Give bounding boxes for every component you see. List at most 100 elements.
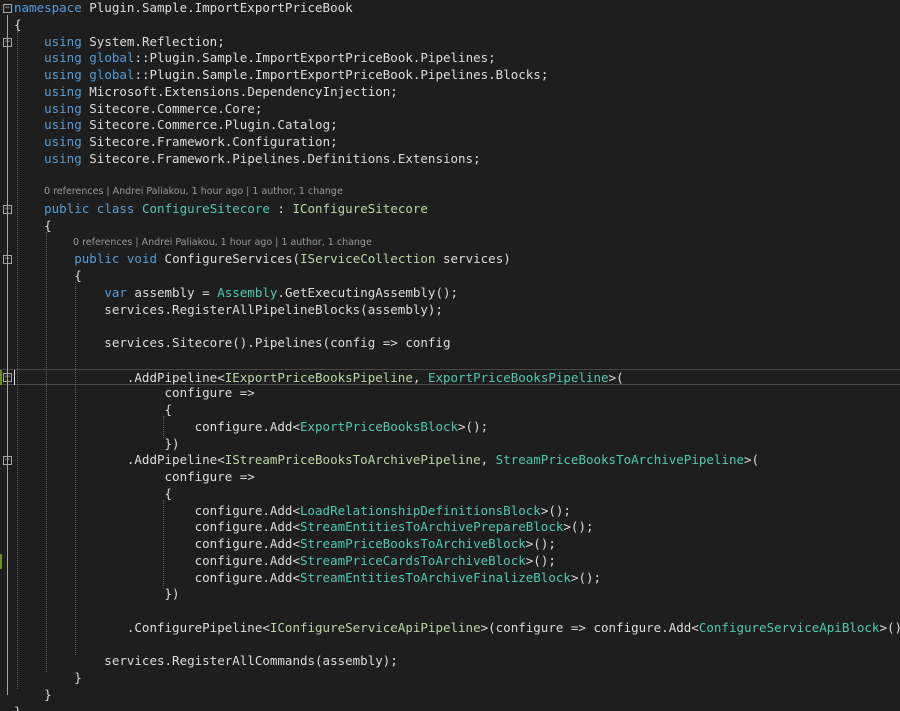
indent-guide	[17, 30, 18, 689]
text-token: }	[14, 703, 22, 711]
code-line-content: })	[14, 586, 180, 603]
text-token: })	[14, 435, 180, 451]
code-line: public void ConfigureServices(IServiceCo…	[0, 251, 900, 268]
code-line: }	[0, 687, 900, 704]
keyword-token: using	[44, 67, 82, 82]
code-line: using Sitecore.Commerce.Core;	[0, 101, 900, 118]
keyword-token: using	[44, 83, 82, 99]
type-token: LoadRelationshipDefinitionsBlock	[299, 502, 541, 518]
code-line-content: configure.Add<StreamPriceCardsToArchiveB…	[14, 553, 556, 570]
code-line: public class ConfigureSitecore : IConfig…	[0, 201, 900, 218]
code-line: }	[0, 670, 900, 687]
type-token: StreamPriceBooksToArchiveBlock	[299, 536, 526, 551]
code-line: .AddPipeline<IExportPriceBooksPipeline, …	[0, 368, 900, 386]
code-line: using Sitecore.Commerce.Plugin.Catalog;	[0, 117, 900, 134]
code-line-content: public void ConfigureServices(IServiceCo…	[14, 251, 511, 268]
text-token: >();	[563, 519, 594, 535]
keyword-token: class	[96, 201, 135, 216]
code-line: })	[0, 586, 900, 603]
text-token: services.Sitecore().Pipelines(config => …	[14, 335, 451, 350]
code-line-content: services.RegisterAllPipelineBlocks(assem…	[14, 302, 443, 319]
code-line-content: {	[14, 268, 82, 285]
outline-bar	[7, 48, 8, 158]
type-token: StreamEntitiesToArchiveFinalizeBlock	[299, 569, 571, 585]
code-line: using System.Reflection;	[0, 34, 900, 51]
code-line-content: configure.Add<ExportPriceBooksBlock>();	[14, 418, 489, 436]
keyword-token: using	[44, 117, 82, 133]
text-token: .ConfigurePipeline<	[14, 619, 270, 635]
keyword-token: void	[126, 251, 158, 267]
keyword-token: global	[89, 67, 135, 82]
text-token: {	[14, 217, 52, 233]
type-token: ConfigureServiceApiBlock	[698, 619, 880, 635]
type-token: ExportPriceBooksPipeline	[427, 369, 609, 385]
keyword-token: using	[44, 50, 82, 66]
code-line-content: {	[14, 486, 173, 503]
text-token: configure.Add<	[14, 536, 300, 551]
code-line: configure.Add<LoadRelationshipDefinition…	[0, 503, 900, 520]
text-token: >();	[458, 418, 489, 434]
type-token: ExportPriceBooksBlock	[299, 418, 459, 434]
text-token: }	[14, 686, 52, 702]
codelens-annotation[interactable]: 0 references | Andrei Paliakou, 1 hour a…	[0, 235, 900, 252]
keyword-token: global	[89, 50, 135, 66]
indent-guide	[163, 499, 164, 589]
text-token: configure.Add<	[14, 569, 300, 585]
code-line-content: using global::Plugin.Sample.ImportExport…	[14, 50, 496, 67]
text-token: >();	[570, 569, 602, 585]
code-line-content: using Sitecore.Commerce.Core;	[14, 101, 262, 118]
keyword-token: var	[104, 284, 127, 300]
text-token: configure.Add<	[14, 418, 300, 434]
text-token: Sitecore.Commerce.Core;	[81, 100, 263, 116]
type-token: StreamEntitiesToArchivePrepareBlock	[299, 519, 564, 535]
interface-token: IConfigureServiceApiPipeline	[269, 619, 481, 635]
code-line: using global::Plugin.Sample.ImportExport…	[0, 67, 900, 84]
text-token: {	[14, 402, 173, 417]
code-line-content: namespace Plugin.Sample.ImportExportPric…	[14, 0, 353, 17]
code-line: var assembly = Assembly.GetExecutingAsse…	[0, 285, 900, 302]
text-token: Sitecore.Commerce.Plugin.Catalog;	[81, 117, 338, 133]
code-line: using Sitecore.Framework.Configuration;	[0, 134, 900, 151]
code-line-content: using Sitecore.Commerce.Plugin.Catalog;	[14, 117, 338, 134]
collapse-toggle-icon[interactable]: −	[3, 4, 12, 13]
code-line: services.Sitecore().Pipelines(config => …	[0, 335, 900, 352]
code-line-content: .AddPipeline<IStreamPriceBooksToArchiveP…	[14, 452, 759, 469]
code-line-content: services.RegisterAllCommands(assembly);	[14, 653, 398, 670]
text-token: })	[14, 586, 180, 602]
code-line: using Microsoft.Extensions.DependencyInj…	[0, 84, 900, 101]
codelens-annotation[interactable]: 0 references | Andrei Paliakou, 1 hour a…	[0, 184, 900, 201]
code-line: configure.Add<StreamEntitiesToArchivePre…	[0, 519, 900, 536]
code-line-content: }	[14, 687, 52, 704]
text-token: System.Reflection;	[81, 33, 225, 49]
indent-guide	[46, 231, 47, 672]
text-token: services.RegisterAllCommands(assembly);	[14, 653, 398, 669]
text-token: {	[14, 268, 82, 283]
code-editor[interactable]: namespace Plugin.Sample.ImportExportPric…	[0, 0, 900, 711]
text-token: >()));	[879, 619, 900, 635]
interface-token: IConfigureSitecore	[292, 201, 428, 216]
text-token: >();	[525, 536, 556, 551]
code-line-content: }	[14, 670, 82, 687]
code-line-content: 0 references | Andrei Paliakou, 1 hour a…	[73, 236, 372, 248]
keyword-token: public	[74, 251, 120, 267]
code-line-content: configure.Add<StreamPriceBooksToArchiveB…	[14, 536, 556, 553]
code-line: }	[0, 704, 900, 711]
keyword-token: namespace	[14, 0, 82, 15]
text-token: ConfigureServices(	[157, 251, 301, 267]
code-line: {	[0, 402, 900, 419]
code-line-content: configure =>	[14, 385, 255, 402]
